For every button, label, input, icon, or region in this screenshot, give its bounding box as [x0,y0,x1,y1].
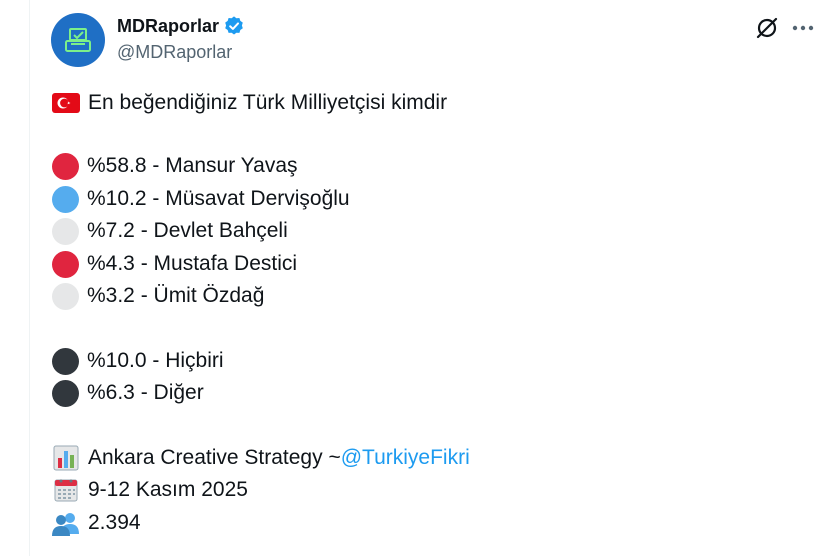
date-text: 9-12 Kasım 2025 [88,478,248,501]
result-line: %4.3 - Mustafa Destici [52,250,297,278]
result-text: %6.3 - Diğer [87,381,204,404]
author-name-row[interactable]: MDRaporlar [117,14,245,38]
black-circle-icon [52,379,79,407]
author-display-name[interactable]: MDRaporlar [117,16,219,37]
result-line: %6.3 - Diğer [52,379,204,407]
result-text: %7.2 - Devlet Bahçeli [87,219,288,242]
result-line: %7.2 - Devlet Bahçeli [52,217,288,245]
blue-circle-icon [52,185,79,213]
result-text: %3.2 - Ümit Özdağ [87,284,265,307]
result-text: %58.8 - Mansur Yavaş [87,154,298,177]
result-line: %10.2 - Müsavat Dervişoğlu [52,185,350,213]
result-text: %10.0 - Hiçbiri [87,349,224,372]
white-circle-icon [52,282,79,310]
verified-badge-icon[interactable] [223,15,245,37]
grok-icon[interactable] [754,15,780,41]
source-line: Ankara Creative Strategy ~ @TurkiyeFikri [52,444,470,472]
tweet-title-line: En beğendiğiniz Türk Milliyetçisi kimdir [52,89,447,117]
calendar-icon [52,478,80,502]
result-line: %58.8 - Mansur Yavaş [52,152,298,180]
source-text: Ankara Creative Strategy ~ [88,446,341,469]
red-circle-icon [52,250,79,278]
result-text: %10.2 - Müsavat Dervişoğlu [87,187,350,210]
author-handle[interactable]: @MDRaporlar [117,42,232,63]
tweet: MDRaporlar @MDRaporlar En beğendiğiniz T… [30,0,824,556]
ballot-box-icon [65,28,91,52]
source-mention-link[interactable]: @TurkiyeFikri [341,446,470,470]
avatar[interactable] [51,13,105,67]
more-icon[interactable] [790,15,816,41]
result-text: %4.3 - Mustafa Destici [87,252,298,275]
red-circle-icon [52,152,79,180]
people-icon [52,511,80,536]
sample-line: 2.394 [52,509,141,537]
result-line: %3.2 - Ümit Özdağ [52,282,264,310]
tweet-title: En beğendiğiniz Türk Milliyetçisi kimdir [88,91,448,114]
turkey-flag-icon [52,91,80,115]
black-circle-icon [52,347,79,375]
white-circle-icon [52,217,79,245]
sample-text: 2.394 [88,511,141,534]
bar-chart-icon [52,445,80,471]
date-line: 9-12 Kasım 2025 [52,476,248,504]
result-line: %10.0 - Hiçbiri [52,347,224,375]
